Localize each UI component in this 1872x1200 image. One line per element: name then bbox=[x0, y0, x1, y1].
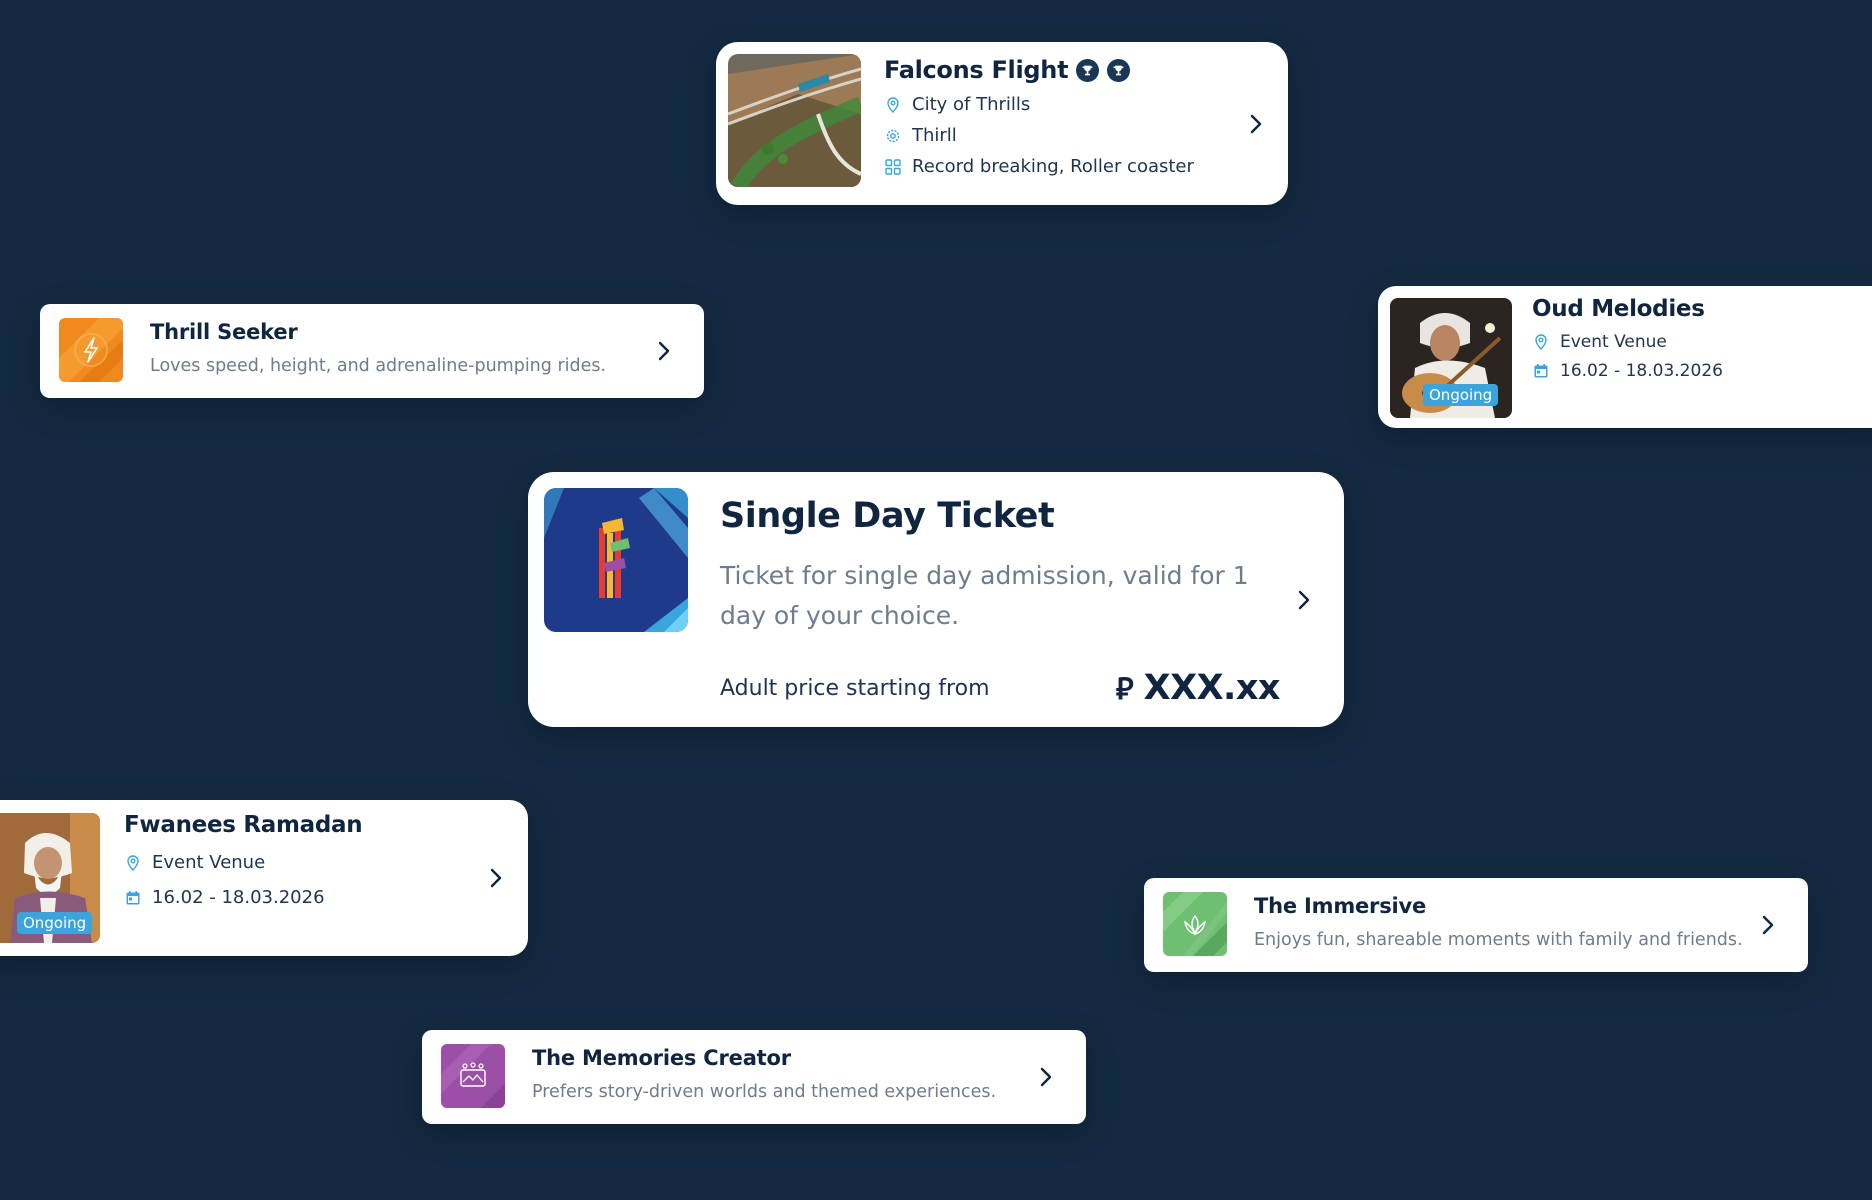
map-pin-icon bbox=[124, 854, 142, 872]
event-title: Oud Melodies bbox=[1532, 296, 1705, 322]
attraction-category: Thirll bbox=[912, 125, 957, 146]
map-pin-icon bbox=[1532, 333, 1550, 351]
persona-title: The Memories Creator bbox=[532, 1046, 791, 1070]
persona-description: Prefers story-driven worlds and themed e… bbox=[532, 1082, 997, 1102]
attraction-tags: Record breaking, Roller coaster bbox=[912, 156, 1194, 177]
attraction-body: Falcons Flight City of Thrills Thirll Re… bbox=[884, 56, 1194, 177]
grid-icon bbox=[884, 158, 902, 176]
persona-card-the-memories-creator[interactable]: The Memories Creator Prefers story-drive… bbox=[422, 1030, 1086, 1124]
persona-title: The Immersive bbox=[1254, 894, 1427, 918]
persona-card-thrill-seeker[interactable]: Thrill Seeker Loves speed, height, and a… bbox=[40, 304, 704, 398]
event-title: Fwanees Ramadan bbox=[124, 812, 363, 838]
ticket-title: Single Day Ticket bbox=[720, 496, 1055, 536]
photo-icon bbox=[441, 1044, 505, 1108]
persona-description: Loves speed, height, and adrenaline-pump… bbox=[150, 356, 607, 376]
lotus-icon bbox=[1163, 892, 1227, 956]
event-dates: 16.02 - 18.03.2026 bbox=[1560, 361, 1723, 381]
event-dates: 16.02 - 18.03.2026 bbox=[152, 887, 325, 908]
attraction-title: Falcons Flight bbox=[884, 56, 1069, 84]
persona-title: Thrill Seeker bbox=[150, 320, 298, 344]
trophy-icon bbox=[1076, 58, 1100, 82]
lightning-icon bbox=[59, 318, 123, 382]
map-pin-icon bbox=[884, 96, 902, 114]
ticket-thumbnail bbox=[544, 488, 688, 632]
attraction-card-falcons-flight[interactable]: Falcons Flight City of Thrills Thirll Re… bbox=[716, 42, 1288, 205]
chevron-right-icon[interactable] bbox=[484, 866, 508, 890]
persona-card-the-immersive[interactable]: The Immersive Enjoys fun, shareable mome… bbox=[1144, 878, 1808, 972]
status-badge: Ongoing bbox=[1423, 384, 1499, 406]
chevron-right-icon[interactable] bbox=[1034, 1065, 1058, 1089]
ticket-price-label: Adult price starting from bbox=[720, 675, 990, 701]
ticket-price: ⃁ XXX.xx bbox=[1115, 668, 1281, 708]
event-card-fwanees-ramadan[interactable]: Ongoing Fwanees Ramadan Event Venue 16.0… bbox=[0, 800, 528, 956]
ticket-card-single-day[interactable]: Single Day Ticket Ticket for single day … bbox=[528, 472, 1344, 727]
event-venue: Event Venue bbox=[1560, 332, 1667, 352]
attraction-location: City of Thrills bbox=[912, 94, 1031, 115]
event-venue: Event Venue bbox=[152, 852, 266, 873]
currency-symbol: ⃁ bbox=[1115, 671, 1134, 707]
stage: Falcons Flight City of Thrills Thirll Re… bbox=[0, 0, 1872, 1200]
ticket-price-value: XXX.xx bbox=[1143, 668, 1281, 708]
ticket-description: Ticket for single day admission, valid f… bbox=[720, 561, 1249, 630]
event-card-oud-melodies[interactable]: Ongoing Oud Melodies Event Venue 16.02 -… bbox=[1378, 286, 1872, 428]
attraction-thumbnail bbox=[728, 54, 861, 187]
gear-icon bbox=[884, 127, 902, 145]
calendar-icon bbox=[1532, 362, 1550, 380]
chevron-right-icon[interactable] bbox=[1244, 112, 1268, 136]
chevron-right-icon[interactable] bbox=[652, 339, 676, 363]
chevron-right-icon[interactable] bbox=[1292, 588, 1316, 612]
calendar-icon bbox=[124, 889, 142, 907]
persona-description: Enjoys fun, shareable moments with famil… bbox=[1254, 930, 1743, 950]
status-badge: Ongoing bbox=[17, 912, 93, 934]
trophy-icon bbox=[1107, 58, 1131, 82]
chevron-right-icon[interactable] bbox=[1756, 913, 1780, 937]
